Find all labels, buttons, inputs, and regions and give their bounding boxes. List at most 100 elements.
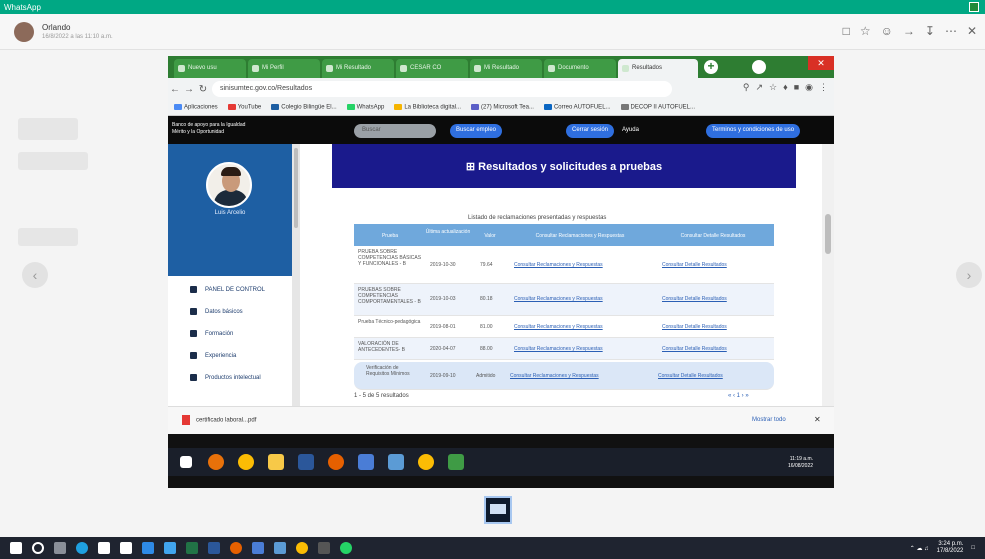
close-icon[interactable]: ✕ <box>814 415 821 424</box>
firefox-icon[interactable] <box>328 454 344 470</box>
previous-media-button[interactable]: ‹ <box>22 262 48 288</box>
app-icon[interactable] <box>274 542 286 554</box>
downloaded-file[interactable]: certificado laboral...pdf <box>182 415 256 425</box>
browser-tab-active[interactable]: Resultados <box>618 59 698 78</box>
browser-tab[interactable]: Nuevo usu <box>174 59 246 78</box>
windows-start-icon[interactable] <box>10 542 22 554</box>
extension-icon[interactable] <box>752 60 766 74</box>
app-icon[interactable] <box>142 542 154 554</box>
bookmark-item[interactable]: DECOP II AUTOFUEL... <box>620 104 695 111</box>
chrome-icon[interactable] <box>296 542 308 554</box>
profile-icon[interactable]: ◉ <box>805 82 813 93</box>
file-explorer-icon[interactable] <box>268 454 284 470</box>
browser-tab[interactable]: CESAR CO <box>396 59 468 78</box>
downloads-bar: certificado laboral...pdf Mostrar todo ✕ <box>168 406 834 434</box>
sidebar-item-productos[interactable]: Productos intelectual <box>190 374 261 381</box>
word-icon[interactable] <box>298 454 314 470</box>
share-icon[interactable]: ↗ <box>755 82 763 93</box>
edge-icon[interactable] <box>76 542 88 554</box>
word-icon[interactable] <box>208 542 220 554</box>
back-icon[interactable]: ← <box>168 84 182 95</box>
browser-tab[interactable]: Mi Resultado <box>470 59 542 78</box>
next-media-button[interactable]: › <box>956 262 982 288</box>
forward-icon[interactable]: → <box>903 24 915 38</box>
terminos-button[interactable]: Terminos y condiciones de uso <box>706 124 801 138</box>
notification-icon[interactable]: □ <box>971 545 975 551</box>
close-window-button[interactable]: ✕ <box>808 56 834 70</box>
app-icon[interactable] <box>318 542 330 554</box>
bookmark-item[interactable]: Correo AUTOFUEL... <box>543 104 611 111</box>
bookmark-star-icon[interactable]: ☆ <box>769 82 777 93</box>
bookmark-item[interactable]: La Biblioteca digital... <box>394 104 461 111</box>
consultar-reclamaciones-link[interactable]: Consultar Reclamaciones y Respuestas <box>514 324 603 330</box>
show-all-link[interactable]: Mostrar todo <box>752 417 786 423</box>
site-logo-text[interactable]: Banco de apoyo para la Igualdad Mérito y… <box>172 122 252 136</box>
download-icon[interactable]: ↧ <box>925 24 935 38</box>
consultar-reclamaciones-link[interactable]: Consultar Reclamaciones y Respuestas <box>514 262 603 268</box>
sidebar-item-formacion[interactable]: Formación <box>190 330 233 337</box>
avatar[interactable] <box>14 22 34 42</box>
star-icon[interactable]: ☆ <box>860 24 871 38</box>
url-input[interactable]: sinisumtec.gov.co/Resultados <box>212 81 672 97</box>
app-icon[interactable] <box>448 454 464 470</box>
firefox-icon[interactable] <box>230 542 242 554</box>
browser-tab[interactable]: Mi Resultado <box>322 59 394 78</box>
search-icon[interactable] <box>32 542 44 554</box>
consultar-detalle-link[interactable]: Consultar Detalle Resultados <box>658 373 723 379</box>
consultar-detalle-link[interactable]: Consultar Detalle Resultados <box>662 296 727 302</box>
sidebar-item-experiencia[interactable]: Experiencia <box>190 352 236 359</box>
new-tab-button[interactable]: + <box>704 60 718 74</box>
bookmark-item[interactable]: (27) Microsoft Tea... <box>471 104 534 111</box>
task-view-icon[interactable] <box>54 542 66 554</box>
consultar-detalle-link[interactable]: Consultar Detalle Resultados <box>662 262 727 268</box>
cerrar-sesion-button[interactable]: Cerrar sesión <box>566 124 615 138</box>
results-count: 1 - 5 de 5 resultados <box>354 393 409 399</box>
reaction-icon[interactable]: ☺ <box>881 24 893 38</box>
app-icon[interactable] <box>388 454 404 470</box>
sidebar-item-panel[interactable]: PANEL DE CONTROL <box>190 286 265 293</box>
close-icon[interactable]: ✕ <box>967 24 977 38</box>
firefox-icon[interactable] <box>208 454 224 470</box>
whatsapp-icon[interactable] <box>340 542 352 554</box>
consultar-detalle-link[interactable]: Consultar Detalle Resultados <box>662 324 727 330</box>
tray-icons[interactable]: ⌃ ☁ ♫ <box>910 545 929 552</box>
more-icon[interactable]: ⋯ <box>945 24 957 38</box>
bookmark-item[interactable]: YouTube <box>227 104 261 111</box>
menu-icon[interactable]: ⋮ <box>819 82 828 93</box>
app-icon[interactable] <box>252 542 264 554</box>
browser-tab[interactable]: Documento <box>544 59 616 78</box>
consultar-reclamaciones-link[interactable]: Consultar Reclamaciones y Respuestas <box>514 296 603 302</box>
window-icon[interactable]: ■ <box>794 82 799 93</box>
media-thumbnail[interactable] <box>484 496 512 524</box>
consultar-reclamaciones-link[interactable]: Consultar Reclamaciones y Respuestas <box>510 373 599 379</box>
excel-icon[interactable] <box>186 542 198 554</box>
chrome-icon[interactable] <box>418 454 434 470</box>
bookmark-item[interactable]: Colegio Bilingüe El... <box>271 104 337 111</box>
sidebar-item-datos[interactable]: Datos básicos <box>190 308 243 315</box>
view-in-chat-icon[interactable]: □ <box>843 24 850 38</box>
sidebar-scrollbar[interactable] <box>292 144 300 406</box>
reload-icon[interactable]: ↻ <box>196 84 210 95</box>
store-icon[interactable] <box>98 542 110 554</box>
buscar-empleo-button[interactable]: Buscar empleo <box>450 124 503 138</box>
search-input[interactable]: Buscar <box>354 124 436 138</box>
key-icon[interactable]: ⚲ <box>743 82 750 93</box>
forward-icon[interactable]: → <box>182 84 196 95</box>
extensions-icon[interactable]: ♦ <box>783 82 788 93</box>
col-fecha: Última actualización <box>425 229 471 235</box>
window-control-button[interactable] <box>969 2 979 12</box>
app-icon[interactable] <box>164 542 176 554</box>
browser-tab[interactable]: Mi Perfil <box>248 59 320 78</box>
consultar-reclamaciones-link[interactable]: Consultar Reclamaciones y Respuestas <box>514 346 603 352</box>
windows-start-icon[interactable] <box>180 456 192 468</box>
chrome-icon[interactable] <box>238 454 254 470</box>
app-icon[interactable] <box>120 542 132 554</box>
ayuda-link[interactable]: Ayuda <box>622 127 639 133</box>
app-icon[interactable] <box>358 454 374 470</box>
consultar-detalle-link[interactable]: Consultar Detalle Resultados <box>662 346 727 352</box>
pagination[interactable]: « ‹ 1 › » <box>728 393 749 399</box>
bookmark-item[interactable]: Aplicaciones <box>174 104 218 111</box>
taskbar-clock[interactable]: 3:24 p.m. 17/8/2022 <box>937 541 964 555</box>
bookmark-item[interactable]: WhatsApp <box>346 104 384 111</box>
page-scrollbar[interactable] <box>822 144 834 406</box>
